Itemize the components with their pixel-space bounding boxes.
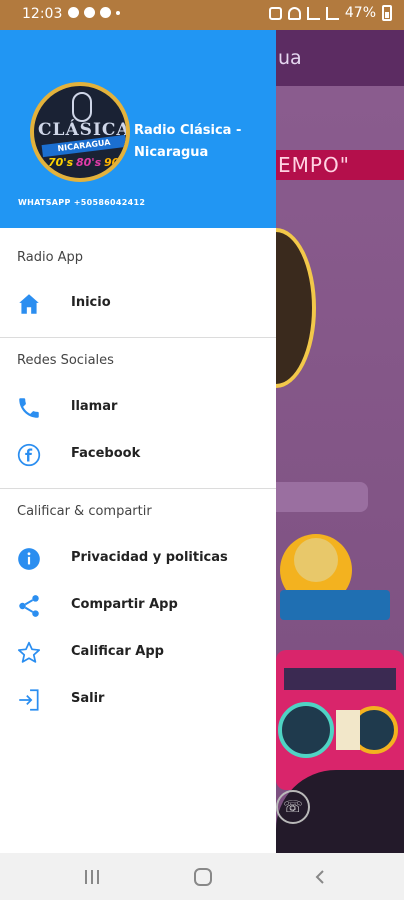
background-call-icon: ☏ xyxy=(276,790,310,824)
drawer-header: CLÁSICA NICARAGUA 70's 80's 90's Radio C… xyxy=(0,30,276,228)
menu-item-inicio[interactable]: Inicio xyxy=(0,281,276,327)
battery-icon xyxy=(382,5,392,21)
home-icon xyxy=(19,294,39,314)
background-banner: EMPO" xyxy=(276,150,404,180)
navigation-drawer: CLÁSICA NICARAGUA 70's 80's 90's Radio C… xyxy=(0,30,276,853)
menu-item-label: llamar xyxy=(71,399,118,414)
home-button-icon[interactable] xyxy=(194,868,212,886)
logo-decade-80: 80's xyxy=(76,156,102,169)
signal-icon xyxy=(306,6,320,20)
facebook-notification-icon xyxy=(84,7,95,18)
background-toolbar: ua xyxy=(276,30,404,86)
divider xyxy=(0,337,276,338)
logo-decade-90: 90's xyxy=(104,156,130,169)
menu-item-calificar[interactable]: Calificar App xyxy=(0,630,276,676)
exit-icon xyxy=(19,689,39,711)
system-nav-bar xyxy=(0,853,404,900)
menu-item-label: Privacidad y politicas xyxy=(71,550,228,565)
back-icon[interactable] xyxy=(313,869,327,885)
background-banner-text: EMPO" xyxy=(278,153,350,177)
menu-item-label: Inicio xyxy=(71,295,111,310)
menu-item-privacidad[interactable]: Privacidad y politicas xyxy=(0,536,276,582)
facebook-notification-icon xyxy=(100,7,111,18)
microphone-icon xyxy=(72,92,92,122)
menu-item-label: Salir xyxy=(71,691,105,706)
section-title-radio-app: Radio App xyxy=(17,250,84,265)
info-icon xyxy=(18,548,40,570)
menu-item-facebook[interactable]: Facebook xyxy=(0,432,276,478)
menu-item-salir[interactable]: Salir xyxy=(0,677,276,723)
background-app: ua EMPO" ☏ xyxy=(276,30,404,853)
whatsapp-contact: WHATSAPP +50586042412 xyxy=(18,198,146,207)
section-title-calificar-compartir: Calificar & compartir xyxy=(17,504,152,519)
recent-apps-icon[interactable] xyxy=(84,870,100,884)
battery-percent: 47% xyxy=(344,5,376,21)
wifi-icon xyxy=(287,6,301,20)
logo-decade-70: 70's xyxy=(48,156,74,169)
menu-item-llamar[interactable]: llamar xyxy=(0,385,276,431)
background-title: ua xyxy=(278,47,302,69)
notification-icon xyxy=(68,7,79,18)
star-icon xyxy=(17,641,41,663)
more-notifications-icon xyxy=(116,11,120,15)
section-title-redes-sociales: Redes Sociales xyxy=(17,353,114,368)
menu-item-label: Compartir App xyxy=(71,597,178,612)
share-icon xyxy=(19,595,39,617)
status-time: 12:03 xyxy=(22,6,63,22)
system-icons: 47% xyxy=(268,5,392,21)
app-logo: CLÁSICA NICARAGUA 70's 80's 90's xyxy=(30,82,130,182)
facebook-icon xyxy=(17,443,41,467)
menu-item-label: Calificar App xyxy=(71,644,164,659)
alarm-icon xyxy=(268,6,282,20)
background-illustration xyxy=(276,534,404,790)
signal-icon xyxy=(325,6,339,20)
phone-icon xyxy=(19,398,39,418)
app-name: Radio Clásica - Nicaragua xyxy=(134,123,242,160)
divider xyxy=(0,488,276,489)
menu-item-compartir[interactable]: Compartir App xyxy=(0,583,276,629)
menu-item-label: Facebook xyxy=(71,446,141,461)
status-bar: 12:03 47% xyxy=(0,0,404,30)
notification-icons xyxy=(68,7,120,18)
